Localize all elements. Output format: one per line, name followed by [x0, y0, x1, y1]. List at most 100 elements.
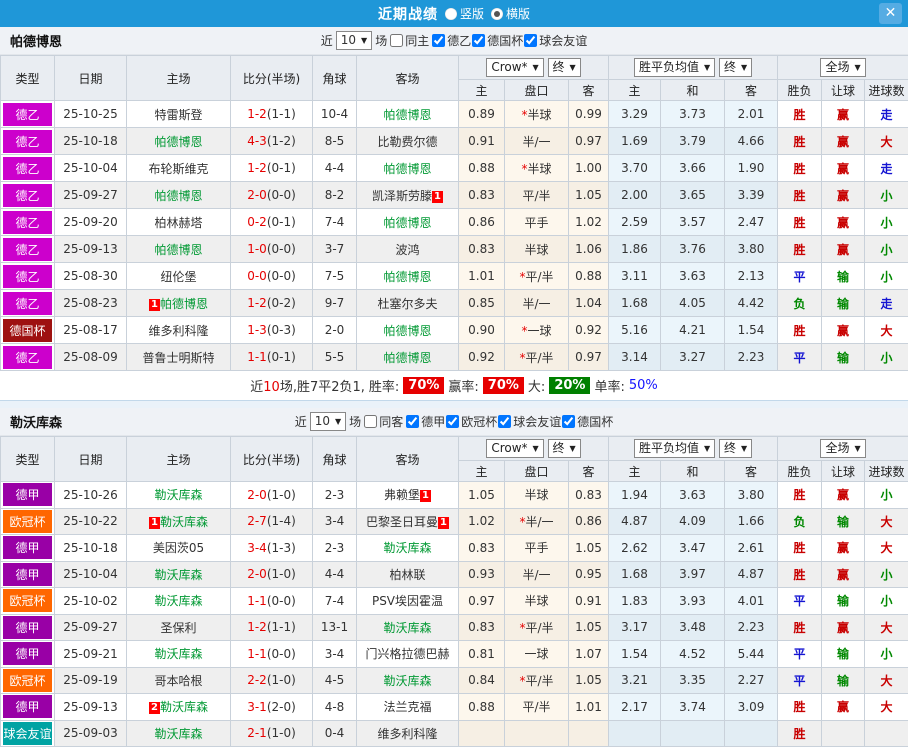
home-team: 布轮斯维克 — [127, 155, 231, 182]
handicap-result: 赢 — [822, 694, 865, 721]
match-count-select[interactable]: 10▼ — [336, 31, 372, 50]
league-filter[interactable]: 德甲 — [406, 413, 445, 430]
col-header-away: 客场 — [357, 56, 459, 101]
sub-header-result: 胜负 — [778, 461, 822, 482]
home-team: 哥本哈根 — [127, 667, 231, 694]
league-filter[interactable]: 德国杯 — [472, 32, 523, 49]
handicap-result: 赢 — [822, 128, 865, 155]
handicap: *平/半 — [505, 614, 569, 641]
handicap: 半球 — [505, 588, 569, 615]
result: 胜 — [778, 236, 822, 263]
league-filter[interactable]: 欧冠杯 — [446, 413, 497, 430]
draw-odds: 3.63 — [661, 482, 725, 509]
final-avg-select[interactable]: 终▼ — [719, 58, 752, 77]
league-checkbox[interactable] — [524, 34, 537, 47]
final-avg-select[interactable]: 终▼ — [719, 439, 752, 458]
win-odds: 3.11 — [609, 263, 661, 290]
bookmaker-select[interactable]: Crow*▼ — [486, 58, 543, 77]
match-date: 25-09-20 — [55, 209, 127, 236]
same-venue-filter[interactable]: 同客 — [364, 413, 403, 430]
league-checkbox[interactable] — [446, 415, 459, 428]
league-filter[interactable]: 德国杯 — [562, 413, 613, 430]
bookmaker-select[interactable]: Crow*▼ — [486, 439, 543, 458]
lose-odds: 4.01 — [725, 588, 778, 615]
chevron-down-icon: ▼ — [854, 60, 860, 75]
goals-verdict: 小 — [865, 344, 908, 371]
league-checkbox[interactable] — [406, 415, 419, 428]
corners: 4-4 — [313, 561, 357, 588]
goals-verdict — [865, 720, 908, 747]
league-filter[interactable]: 球会友谊 — [498, 413, 561, 430]
home-team: 2勒沃库森 — [127, 694, 231, 721]
match-count-select[interactable]: 10▼ — [310, 412, 346, 431]
same-venue-filter[interactable]: 同主 — [390, 32, 429, 49]
away-team: 柏林联 — [357, 561, 459, 588]
team-label: 杜塞尔多夫 — [377, 297, 437, 311]
score: 1-1(0-0) — [231, 588, 313, 615]
away-team: 弗赖堡1 — [357, 482, 459, 509]
big-rate-badge: 20% — [549, 377, 590, 394]
league-filter[interactable]: 德乙 — [432, 32, 471, 49]
handicap-result: 输 — [822, 588, 865, 615]
league-checkbox[interactable] — [432, 34, 445, 47]
avg-odds-select[interactable]: 胜平负均值▼ — [634, 439, 715, 458]
team-label: 勒沃库森 — [154, 488, 202, 502]
match-date: 25-08-17 — [55, 317, 127, 344]
team-label: 帕德博恩 — [383, 162, 431, 176]
games-label: 场 — [349, 413, 361, 430]
sub-header-goals: 进球数 — [865, 80, 908, 101]
home-team: 帕德博恩 — [127, 236, 231, 263]
league-filter[interactable]: 球会友谊 — [524, 32, 587, 49]
layout-radio-vertical[interactable]: 竖版 — [445, 5, 484, 22]
crow-home-odds: 0.97 — [459, 588, 505, 615]
team-name: 勒沃库森 — [10, 412, 62, 431]
col-header-score: 比分(半场) — [231, 56, 313, 101]
league-checkbox[interactable] — [472, 34, 485, 47]
crow-away-odds: 0.91 — [569, 588, 609, 615]
league-checkbox[interactable] — [498, 415, 511, 428]
corners: 10-4 — [313, 101, 357, 128]
corners: 4-4 — [313, 155, 357, 182]
radio-selected-icon[interactable] — [491, 8, 503, 20]
crow-away-odds: 1.05 — [569, 182, 609, 209]
corners: 9-7 — [313, 290, 357, 317]
team-label: 圣保利 — [160, 621, 196, 635]
corners: 8-2 — [313, 182, 357, 209]
crow-away-odds: 1.07 — [569, 641, 609, 668]
goals-verdict: 走 — [865, 155, 908, 182]
crow-away-odds: 0.88 — [569, 263, 609, 290]
corners: 3-4 — [313, 641, 357, 668]
dialog-title: 近期战绩 — [378, 4, 438, 24]
crow-away-odds: 1.01 — [569, 694, 609, 721]
match-row: 德乙25-09-27帕德博恩2-0(0-0)8-2凯泽斯劳滕10.83平/半1.… — [1, 182, 908, 209]
win-odds: 1.68 — [609, 561, 661, 588]
league-checkbox[interactable] — [562, 415, 575, 428]
card-badge: 1 — [420, 490, 431, 502]
home-team: 帕德博恩 — [127, 128, 231, 155]
layout-radio-horizontal[interactable]: 横版 — [491, 5, 530, 22]
radio-icon[interactable] — [445, 8, 457, 20]
win-odds: 3.17 — [609, 614, 661, 641]
radio-label: 竖版 — [460, 5, 484, 22]
handicap-result: 赢 — [822, 482, 865, 509]
goals-verdict: 小 — [865, 236, 908, 263]
profit-rate-badge: 70% — [483, 377, 524, 394]
handicap: 半球 — [505, 482, 569, 509]
lose-odds: 2.01 — [725, 101, 778, 128]
lose-odds: 2.13 — [725, 263, 778, 290]
final-odds-select[interactable]: 终▼ — [548, 58, 581, 77]
same-venue-checkbox[interactable] — [364, 415, 377, 428]
score: 2-2(1-0) — [231, 667, 313, 694]
team-label: 帕德博恩 — [383, 270, 431, 284]
same-venue-checkbox[interactable] — [390, 34, 403, 47]
score: 1-1(0-1) — [231, 344, 313, 371]
result: 胜 — [778, 317, 822, 344]
scope-select[interactable]: 全场▼ — [820, 439, 865, 458]
avg-odds-select[interactable]: 胜平负均值▼ — [634, 58, 715, 77]
col-header-away: 客场 — [357, 437, 459, 482]
scope-select[interactable]: 全场▼ — [820, 58, 865, 77]
chevron-down-icon: ▼ — [570, 441, 576, 456]
close-icon[interactable]: ✕ — [879, 3, 902, 24]
handicap: 平/半 — [505, 694, 569, 721]
final-odds-select[interactable]: 终▼ — [548, 439, 581, 458]
